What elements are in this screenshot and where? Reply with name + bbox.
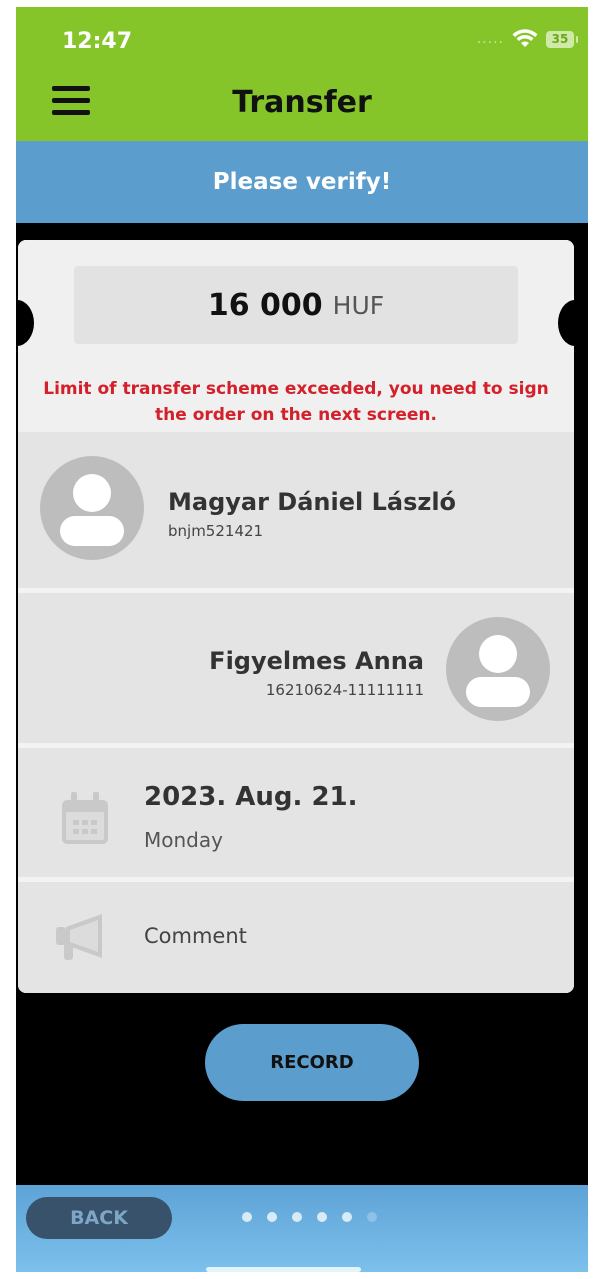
user-avatar-icon: [446, 617, 550, 721]
page-dot: [367, 1212, 377, 1222]
status-indicators: ..... 35: [476, 29, 578, 49]
limit-warning: Limit of transfer scheme exceeded, you n…: [43, 379, 549, 425]
back-button[interactable]: BACK: [26, 1197, 172, 1239]
top-bar: 12:47 ..... 35 Transfer: [16, 7, 588, 141]
page-dot: [292, 1212, 302, 1222]
transfer-weekday: Monday: [144, 828, 223, 852]
status-time: 12:47: [62, 29, 133, 54]
sender-name: Magyar Dániel László: [168, 488, 457, 516]
amount-value: 16 000: [207, 287, 323, 323]
page-dot: [267, 1212, 277, 1222]
megaphone-icon: [56, 914, 102, 960]
amount-currency: HUF: [332, 290, 385, 320]
date-row[interactable]: 2023. Aug. 21. Monday: [18, 750, 574, 877]
user-avatar-icon: [40, 456, 144, 560]
divider: [18, 743, 574, 748]
sender-id: bnjm521421: [168, 522, 264, 540]
wifi-icon: [512, 29, 538, 47]
calendar-icon: [62, 792, 108, 844]
page-indicator: [242, 1212, 377, 1222]
recipient-name: Figyelmes Anna: [209, 647, 424, 675]
page-dot: [342, 1212, 352, 1222]
page-dot: [317, 1212, 327, 1222]
recipient-row: Figyelmes Anna 16210624-11111111: [18, 593, 574, 743]
battery-icon: 35: [546, 30, 578, 48]
page-dot: [242, 1212, 252, 1222]
sender-row: Magyar Dániel László bnjm521421: [18, 432, 574, 588]
signal-icon: .....: [476, 31, 504, 47]
amount-section: 16 000 HUF Limit of transfer scheme exce…: [18, 240, 574, 432]
amount-box: 16 000 HUF: [74, 266, 518, 344]
home-indicator: [206, 1267, 361, 1272]
verify-banner: Please verify!: [16, 141, 588, 223]
verification-card: 16 000 HUF Limit of transfer scheme exce…: [18, 240, 574, 993]
page-title: Transfer: [232, 85, 372, 120]
verify-text: Please verify!: [212, 169, 392, 195]
recipient-account: 16210624-11111111: [265, 681, 424, 699]
bottom-bar: BACK: [16, 1185, 588, 1272]
comment-row[interactable]: Comment: [18, 882, 574, 993]
comment-label: Comment: [144, 924, 247, 948]
record-button[interactable]: RECORD: [205, 1024, 419, 1101]
transfer-date: 2023. Aug. 21.: [144, 782, 358, 812]
